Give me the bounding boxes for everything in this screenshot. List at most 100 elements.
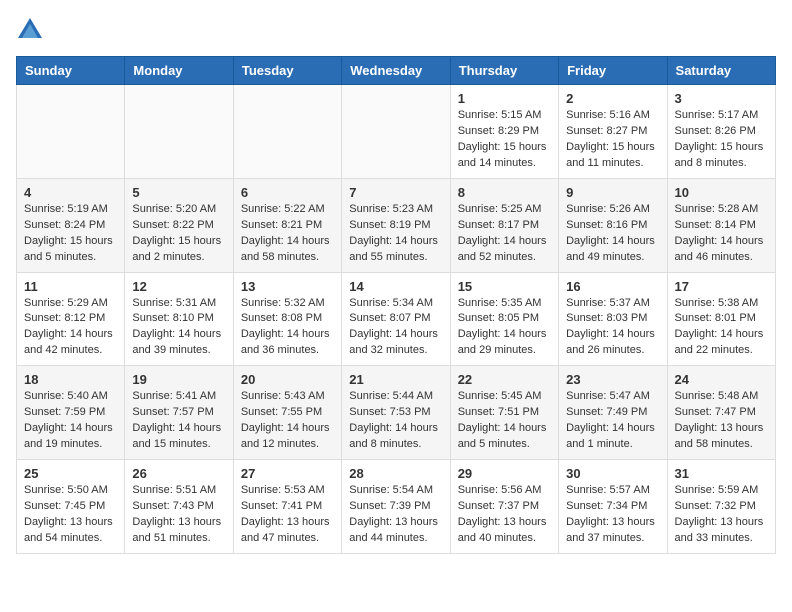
calendar-cell: 16 Sunrise: 5:37 AM Sunset: 8:03 PM Dayli… [559,272,667,366]
calendar-table: SundayMondayTuesdayWednesdayThursdayFrid… [16,56,776,554]
day-info: Sunrise: 5:51 AM Sunset: 7:43 PM Dayligh… [132,483,225,547]
day-info: Sunrise: 5:53 AM Sunset: 7:41 PM Dayligh… [241,483,334,547]
calendar-cell: 25 Sunrise: 5:50 AM Sunset: 7:45 PM Dayli… [17,460,125,554]
day-number: 29 [458,466,551,481]
day-number: 26 [132,466,225,481]
calendar-cell: 2Sunrise: 5:16 AM Sunset: 8:27 PM Daylig… [559,85,667,179]
calendar-cell: 20 Sunrise: 5:43 AM Sunset: 7:55 PM Dayli… [233,366,341,460]
day-number: 28 [349,466,442,481]
calendar-cell: 11 Sunrise: 5:29 AM Sunset: 8:12 PM Dayli… [17,272,125,366]
calendar-cell: 13 Sunrise: 5:32 AM Sunset: 8:08 PM Dayli… [233,272,341,366]
calendar-cell [125,85,233,179]
day-info: Sunrise: 5:54 AM Sunset: 7:39 PM Dayligh… [349,483,442,547]
calendar-cell: 6Sunrise: 5:22 AM Sunset: 8:21 PM Daylig… [233,178,341,272]
calendar-cell: 17Sunrise: 5:38 AM Sunset: 8:01 PM Dayli… [667,272,775,366]
day-info: Sunrise: 5:47 AM Sunset: 7:49 PM Dayligh… [566,389,659,453]
calendar-cell: 22Sunrise: 5:45 AM Sunset: 7:51 PM Dayli… [450,366,558,460]
day-number: 22 [458,372,551,387]
day-info: Sunrise: 5:26 AM Sunset: 8:16 PM Dayligh… [566,202,659,266]
day-number: 23 [566,372,659,387]
calendar-cell: 26 Sunrise: 5:51 AM Sunset: 7:43 PM Dayli… [125,460,233,554]
day-info: Sunrise: 5:32 AM Sunset: 8:08 PM Dayligh… [241,296,334,360]
calendar-cell: 23 Sunrise: 5:47 AM Sunset: 7:49 PM Dayli… [559,366,667,460]
calendar-cell: 31Sunrise: 5:59 AM Sunset: 7:32 PM Dayli… [667,460,775,554]
calendar-cell: 27 Sunrise: 5:53 AM Sunset: 7:41 PM Dayli… [233,460,341,554]
calendar-cell: 7 Sunrise: 5:23 AM Sunset: 8:19 PM Daylig… [342,178,450,272]
page-header [16,16,776,44]
day-info: Sunrise: 5:17 AM Sunset: 8:26 PM Dayligh… [675,108,768,172]
day-info: Sunrise: 5:34 AM Sunset: 8:07 PM Dayligh… [349,296,442,360]
day-number: 3 [675,91,768,106]
calendar-week-5: 25 Sunrise: 5:50 AM Sunset: 7:45 PM Dayli… [17,460,776,554]
day-number: 21 [349,372,442,387]
day-number: 30 [566,466,659,481]
day-number: 6 [241,185,334,200]
day-info: Sunrise: 5:23 AM Sunset: 8:19 PM Dayligh… [349,202,442,266]
day-info: Sunrise: 5:50 AM Sunset: 7:45 PM Dayligh… [24,483,117,547]
day-number: 18 [24,372,117,387]
day-number: 10 [675,185,768,200]
day-number: 8 [458,185,551,200]
calendar-cell: 4Sunrise: 5:19 AM Sunset: 8:24 PM Daylig… [17,178,125,272]
calendar-week-3: 11 Sunrise: 5:29 AM Sunset: 8:12 PM Dayli… [17,272,776,366]
calendar-header-row: SundayMondayTuesdayWednesdayThursdayFrid… [17,57,776,85]
calendar-cell [233,85,341,179]
calendar-cell: 12Sunrise: 5:31 AM Sunset: 8:10 PM Dayli… [125,272,233,366]
column-header-thursday: Thursday [450,57,558,85]
calendar-cell: 8 Sunrise: 5:25 AM Sunset: 8:17 PM Daylig… [450,178,558,272]
column-header-tuesday: Tuesday [233,57,341,85]
calendar-week-4: 18 Sunrise: 5:40 AM Sunset: 7:59 PM Dayli… [17,366,776,460]
day-info: Sunrise: 5:16 AM Sunset: 8:27 PM Dayligh… [566,108,659,172]
calendar-cell: 9 Sunrise: 5:26 AM Sunset: 8:16 PM Daylig… [559,178,667,272]
day-info: Sunrise: 5:31 AM Sunset: 8:10 PM Dayligh… [132,296,225,360]
calendar-cell: 1 Sunrise: 5:15 AM Sunset: 8:29 PM Daylig… [450,85,558,179]
day-number: 9 [566,185,659,200]
calendar-cell: 14 Sunrise: 5:34 AM Sunset: 8:07 PM Dayli… [342,272,450,366]
column-header-wednesday: Wednesday [342,57,450,85]
day-info: Sunrise: 5:44 AM Sunset: 7:53 PM Dayligh… [349,389,442,453]
day-number: 17 [675,279,768,294]
calendar-cell: 5 Sunrise: 5:20 AM Sunset: 8:22 PM Daylig… [125,178,233,272]
calendar-cell: 15Sunrise: 5:35 AM Sunset: 8:05 PM Dayli… [450,272,558,366]
day-number: 1 [458,91,551,106]
day-info: Sunrise: 5:48 AM Sunset: 7:47 PM Dayligh… [675,389,768,453]
calendar-cell: 30 Sunrise: 5:57 AM Sunset: 7:34 PM Dayli… [559,460,667,554]
day-number: 31 [675,466,768,481]
day-info: Sunrise: 5:15 AM Sunset: 8:29 PM Dayligh… [458,108,551,172]
day-number: 7 [349,185,442,200]
calendar-body: 1 Sunrise: 5:15 AM Sunset: 8:29 PM Daylig… [17,85,776,554]
calendar-cell: 29Sunrise: 5:56 AM Sunset: 7:37 PM Dayli… [450,460,558,554]
column-header-sunday: Sunday [17,57,125,85]
logo-icon [16,16,44,44]
day-number: 27 [241,466,334,481]
day-number: 19 [132,372,225,387]
day-info: Sunrise: 5:29 AM Sunset: 8:12 PM Dayligh… [24,296,117,360]
calendar-cell: 18 Sunrise: 5:40 AM Sunset: 7:59 PM Dayli… [17,366,125,460]
day-info: Sunrise: 5:25 AM Sunset: 8:17 PM Dayligh… [458,202,551,266]
calendar-cell: 3 Sunrise: 5:17 AM Sunset: 8:26 PM Daylig… [667,85,775,179]
calendar-cell: 24Sunrise: 5:48 AM Sunset: 7:47 PM Dayli… [667,366,775,460]
day-info: Sunrise: 5:20 AM Sunset: 8:22 PM Dayligh… [132,202,225,266]
day-number: 5 [132,185,225,200]
day-number: 13 [241,279,334,294]
calendar-cell [342,85,450,179]
day-number: 11 [24,279,117,294]
day-info: Sunrise: 5:57 AM Sunset: 7:34 PM Dayligh… [566,483,659,547]
day-info: Sunrise: 5:37 AM Sunset: 8:03 PM Dayligh… [566,296,659,360]
day-info: Sunrise: 5:41 AM Sunset: 7:57 PM Dayligh… [132,389,225,453]
calendar-cell: 19 Sunrise: 5:41 AM Sunset: 7:57 PM Dayli… [125,366,233,460]
day-number: 20 [241,372,334,387]
day-number: 14 [349,279,442,294]
calendar-cell: 21 Sunrise: 5:44 AM Sunset: 7:53 PM Dayli… [342,366,450,460]
calendar-week-2: 4Sunrise: 5:19 AM Sunset: 8:24 PM Daylig… [17,178,776,272]
day-info: Sunrise: 5:40 AM Sunset: 7:59 PM Dayligh… [24,389,117,453]
calendar-cell: 10Sunrise: 5:28 AM Sunset: 8:14 PM Dayli… [667,178,775,272]
calendar-cell [17,85,125,179]
day-number: 4 [24,185,117,200]
column-header-friday: Friday [559,57,667,85]
day-number: 16 [566,279,659,294]
column-header-saturday: Saturday [667,57,775,85]
day-info: Sunrise: 5:43 AM Sunset: 7:55 PM Dayligh… [241,389,334,453]
day-number: 25 [24,466,117,481]
logo [16,16,48,44]
